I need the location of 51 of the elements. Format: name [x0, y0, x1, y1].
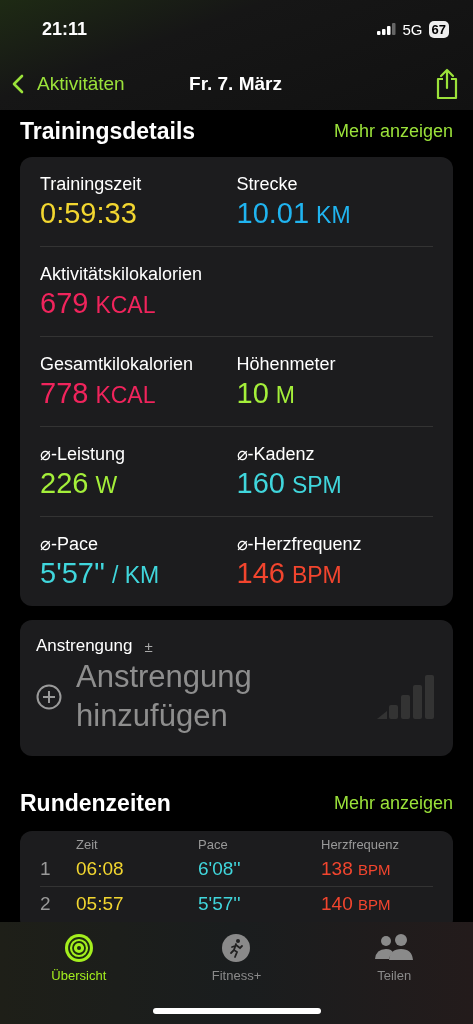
tab[interactable]: Fitness+: [176, 932, 297, 984]
tab[interactable]: Teilen: [334, 932, 455, 984]
add-effort-button[interactable]: Anstrengung hinzufügen: [76, 658, 276, 736]
metric-value: 10 M: [236, 376, 296, 410]
lap-number: 1: [40, 857, 52, 880]
metric-value: 5'57'' / KM: [40, 557, 161, 590]
show-more-link[interactable]: Mehr anzeigen: [333, 792, 453, 814]
metric-value: 0:59:33: [40, 196, 138, 230]
network-label: 5G: [402, 20, 423, 38]
metric-label: Trainingszeit: [40, 173, 143, 195]
column-header: Pace: [198, 836, 229, 852]
runner-icon: [221, 933, 252, 963]
column-header: Herzfrequenz: [321, 836, 401, 852]
metric-label: Höhenmeter: [236, 353, 337, 375]
show-more-link[interactable]: Mehr anzeigen: [333, 120, 453, 142]
add-icon[interactable]: [36, 683, 62, 710]
lap-number: 2: [40, 892, 52, 915]
lap-time: 05:57: [76, 892, 125, 915]
effort-label: Anstrengung: [36, 636, 133, 656]
section-title: Rundenzeiten: [20, 789, 171, 817]
metric-label: Gesamtkilokalorien: [40, 353, 195, 375]
page-title: Fr. 7. März: [189, 73, 282, 95]
lap-heart-rate: 140 BPM: [321, 892, 392, 915]
metric-value: 778 KCAL: [40, 376, 157, 410]
metric-label: ⌀-Pace: [40, 533, 100, 555]
status-time: 21:11: [42, 18, 88, 40]
metric-label: Aktivitätskilokalorien: [40, 263, 204, 285]
lap-pace: 5'57'': [198, 892, 242, 915]
battery-level: 67: [428, 20, 449, 38]
metric-value: 10.01 KM: [236, 196, 352, 230]
back-chevron-icon[interactable]: [12, 74, 24, 94]
tab[interactable]: Übersicht: [18, 932, 139, 984]
lap-heart-rate: 138 BPM: [321, 857, 392, 880]
back-button[interactable]: Aktivitäten: [12, 73, 125, 95]
metric-label: Strecke: [236, 173, 299, 195]
metric-label: ⌀-Leistung: [40, 443, 127, 465]
rings-icon: [63, 933, 94, 963]
column-header: Zeit: [76, 836, 99, 852]
metric-value: 226 W: [40, 467, 119, 500]
signal-icon: [376, 23, 397, 35]
lap-pace: 6'08'': [198, 857, 242, 880]
metric-value: 146 BPM: [236, 557, 343, 590]
metric-value: 679 KCAL: [40, 286, 157, 320]
lap-time: 06:08: [76, 857, 125, 880]
metric-label: ⌀-Herzfrequenz: [236, 533, 363, 555]
plus-minus-sign: ±: [144, 637, 153, 655]
people-icon: [374, 933, 415, 963]
section-title: Trainingsdetails: [20, 117, 196, 145]
share-icon[interactable]: [435, 68, 459, 100]
metric-value: 160 SPM: [236, 467, 343, 500]
metric-label: ⌀-Kadenz: [236, 443, 316, 465]
